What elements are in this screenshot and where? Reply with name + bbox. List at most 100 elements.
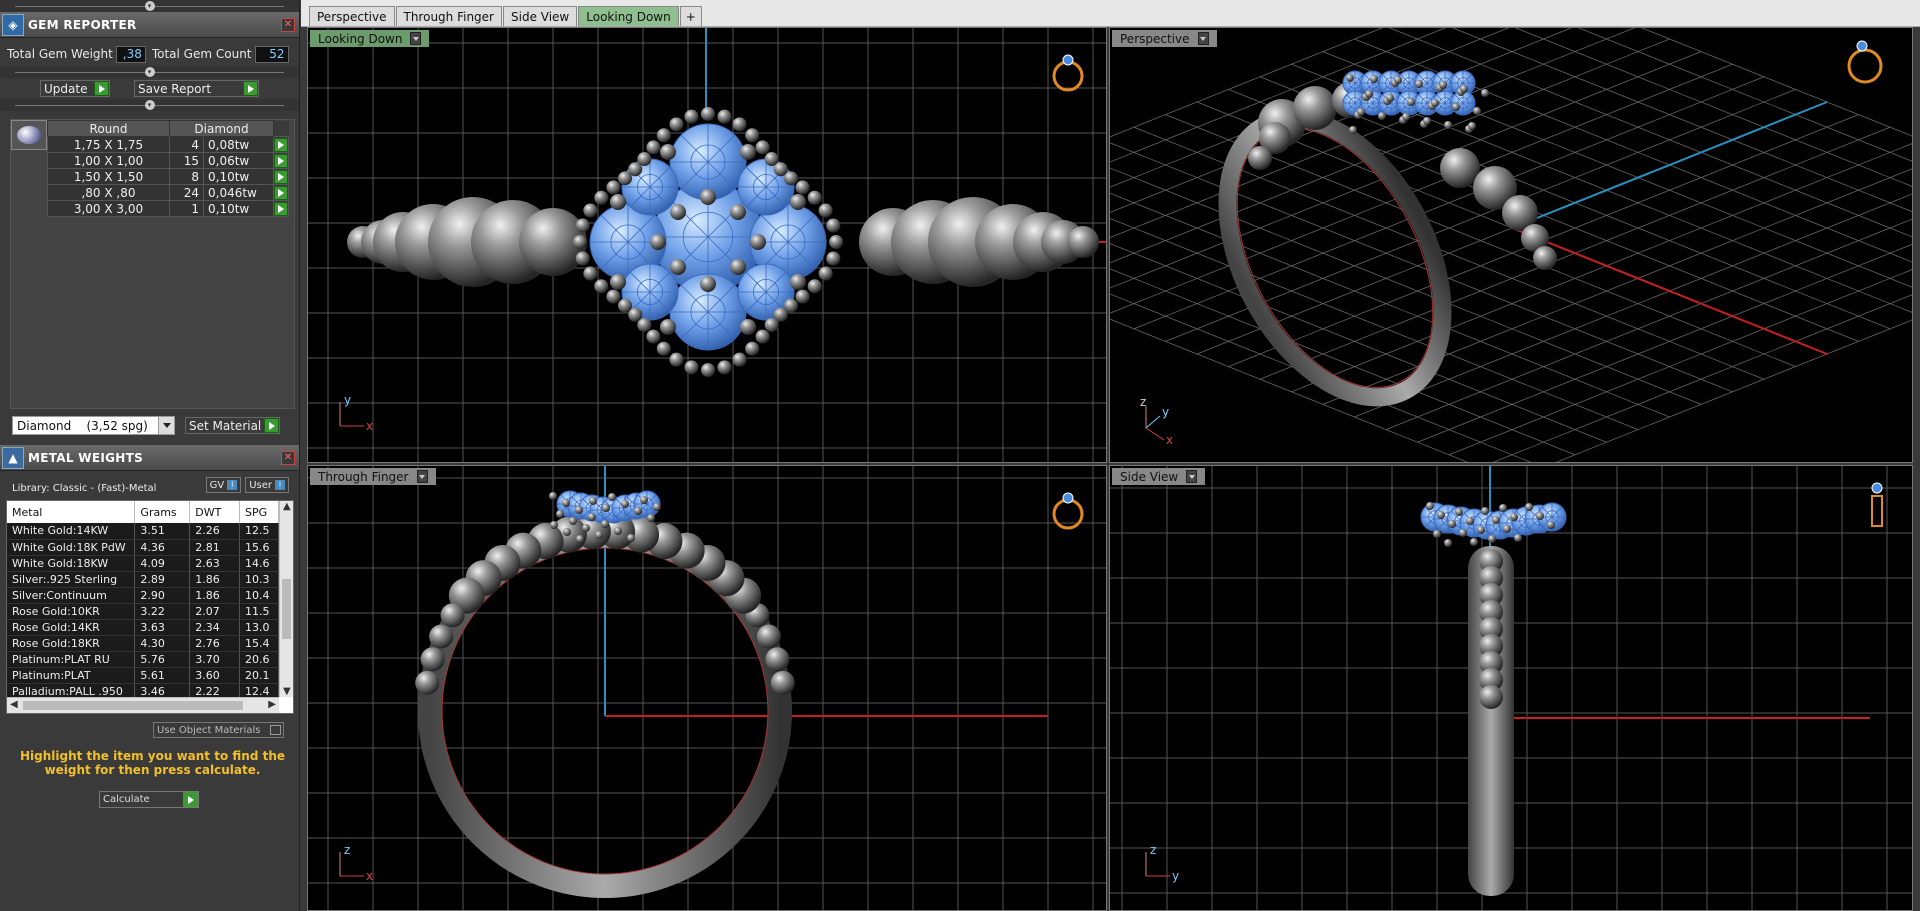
metal-bead <box>575 506 583 514</box>
metal-cell: 10.4 <box>239 587 279 604</box>
play-icon <box>264 418 279 433</box>
scroll-thumb[interactable] <box>23 701 243 710</box>
scroll-thumb[interactable] <box>282 579 291 639</box>
metal-row[interactable]: Silver:.925 Sterling 2.89 1.86 10.3 <box>7 571 279 588</box>
viewport-label[interactable]: Looking Down <box>310 30 430 47</box>
through-finger-canvas[interactable]: zx <box>308 466 1107 911</box>
metal-bead <box>1444 121 1452 129</box>
select-gem-button[interactable] <box>273 136 289 153</box>
metal-bead <box>783 171 798 186</box>
gem-row[interactable]: 1,50 X 1,50 8 0,10tw <box>47 168 289 185</box>
metal-bead <box>1479 685 1503 709</box>
scroll-left-icon[interactable]: ◀ <box>10 699 18 710</box>
viewport-perspective[interactable]: z yx Perspective <box>1109 27 1913 463</box>
library-toggles: GV i User i <box>205 477 289 493</box>
metal-bead <box>646 140 661 155</box>
chevron-down-icon[interactable] <box>1197 32 1209 45</box>
select-gem-button[interactable] <box>273 168 289 185</box>
gem-row[interactable]: 1,75 X 1,75 4 0,08tw <box>47 136 289 153</box>
viewport-through-finger[interactable]: zx Through Finger <box>307 465 1107 911</box>
metal-bead <box>606 180 621 195</box>
scroll-down-icon[interactable]: ▼ <box>283 686 291 697</box>
chevron-down-icon[interactable] <box>158 417 174 434</box>
metal-cell: 3.60 <box>189 667 241 684</box>
select-gem-button[interactable] <box>273 200 289 217</box>
section-grip[interactable]: ▾ <box>0 99 299 111</box>
gem-row[interactable]: 1,00 X 1,00 15 0,06tw <box>47 152 289 169</box>
chevron-down-icon[interactable] <box>410 32 422 45</box>
chevron-down-icon[interactable] <box>416 470 428 483</box>
side-view-canvas[interactable]: zy <box>1110 466 1913 911</box>
metal-bead <box>1431 99 1439 107</box>
use-object-materials-checkbox[interactable]: Use Object Materials <box>153 722 284 738</box>
metal-row[interactable]: Silver:Continuum 2.90 1.86 10.4 <box>7 587 279 604</box>
metal-col-metal[interactable]: Metal <box>7 501 136 523</box>
gem-row[interactable]: ,80 X ,80 24 0,046tw <box>47 184 289 201</box>
set-material-button[interactable]: Set Material <box>185 417 280 434</box>
close-icon[interactable]: ✕ <box>281 451 295 465</box>
viewport-label[interactable]: Perspective <box>1112 30 1217 47</box>
gv-toggle[interactable]: GV i <box>205 477 242 493</box>
close-icon[interactable]: ✕ <box>281 18 295 32</box>
metal-bead <box>610 194 626 210</box>
user-toggle[interactable]: User i <box>245 477 289 493</box>
viewport-looking-down[interactable]: yx Looking Down <box>307 27 1107 463</box>
perspective-canvas[interactable]: z yx <box>1110 28 1913 463</box>
gem-size: 3,00 X 3,00 <box>47 200 170 217</box>
scroll-up-icon[interactable]: ▲ <box>283 501 291 512</box>
metal-bead <box>582 524 590 532</box>
tab-side-view[interactable]: Side View <box>503 6 578 26</box>
viewport-label[interactable]: Side View <box>1112 468 1206 485</box>
vertical-scrollbar[interactable]: ▲ ▼ <box>279 501 293 697</box>
metal-row[interactable]: Platinum:PLAT 5.61 3.60 20.1 <box>7 667 279 684</box>
round-gem-icon <box>17 126 41 144</box>
metal-col-dwt[interactable]: DWT <box>189 501 241 523</box>
metal-bead <box>1423 117 1431 125</box>
metal-cell: 2.81 <box>189 539 241 556</box>
tab-looking-down[interactable]: Looking Down <box>578 6 679 26</box>
select-gem-button[interactable] <box>273 152 289 169</box>
metal-bead <box>826 251 841 266</box>
calculate-button[interactable]: Calculate <box>99 791 199 808</box>
metal-cell: 2.76 <box>189 635 241 652</box>
ring-view-gem-icon <box>1856 40 1868 52</box>
panel-resize-grip[interactable]: ▾ <box>0 0 299 12</box>
section-grip[interactable]: ▾ <box>0 66 299 78</box>
metal-bead <box>650 234 666 250</box>
horizontal-scrollbar[interactable]: ◀ ▶ <box>7 697 279 713</box>
checkbox-icon[interactable] <box>270 725 281 735</box>
metal-row[interactable]: Rose Gold:14KR 3.63 2.34 13.0 <box>7 619 279 636</box>
select-gem-button[interactable] <box>273 184 289 201</box>
metal-row[interactable]: White Gold:14KW 3.51 2.26 12.5 <box>7 523 279 540</box>
collapse-icon[interactable]: ▾ <box>144 100 155 110</box>
axis-label: x <box>366 869 373 883</box>
metal-row[interactable]: White Gold:18KW 4.09 2.63 14.6 <box>7 555 279 572</box>
metal-col-grams[interactable]: Grams <box>134 501 191 523</box>
chevron-down-icon[interactable] <box>1186 470 1198 483</box>
metal-bead <box>1514 534 1522 542</box>
metal-row[interactable]: White Gold:18K PdW 4.36 2.81 15.6 <box>7 539 279 556</box>
tab-perspective[interactable]: Perspective <box>309 6 395 26</box>
metal-row[interactable]: Platinum:PLAT RU 5.76 3.70 20.6 <box>7 651 279 668</box>
collapse-icon[interactable]: ▾ <box>144 1 155 11</box>
metal-bead <box>660 144 676 160</box>
metal-col-spg[interactable]: SPG <box>239 501 279 523</box>
material-select[interactable]: Diamond (3,52 spg) <box>12 416 175 435</box>
metal-bead <box>1378 112 1386 120</box>
metal-row[interactable]: Rose Gold:10KR 3.22 2.07 11.5 <box>7 603 279 620</box>
viewport-side-view[interactable]: zy Side View <box>1109 465 1913 911</box>
add-tab-icon[interactable]: + <box>679 6 702 26</box>
metal-bead <box>656 341 671 356</box>
metal-row[interactable]: Rose Gold:18KR 4.30 2.76 15.4 <box>7 635 279 652</box>
metal-bead <box>684 109 699 124</box>
metal-bead <box>647 514 655 522</box>
looking-down-canvas[interactable]: yx <box>308 28 1107 463</box>
tab-through-finger[interactable]: Through Finger <box>395 6 502 26</box>
metal-bead <box>1415 80 1423 88</box>
save-report-button[interactable]: Save Report <box>134 80 259 97</box>
gem-row[interactable]: 3,00 X 3,00 1 0,10tw <box>47 200 289 217</box>
collapse-icon[interactable]: ▾ <box>144 67 155 77</box>
update-button[interactable]: Update <box>40 80 110 97</box>
viewport-label[interactable]: Through Finger <box>310 468 436 485</box>
scroll-right-icon[interactable]: ▶ <box>268 699 276 710</box>
